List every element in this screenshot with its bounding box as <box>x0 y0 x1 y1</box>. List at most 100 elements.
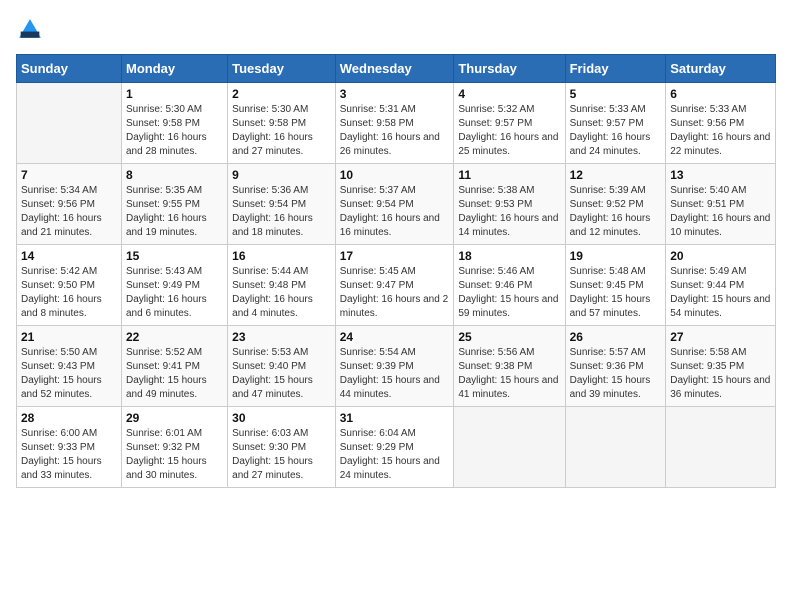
calendar-cell: 12 Sunrise: 5:39 AMSunset: 9:52 PMDayligh… <box>565 164 666 245</box>
day-number: 21 <box>21 330 117 344</box>
day-info: Sunrise: 5:33 AMSunset: 9:56 PMDaylight:… <box>670 103 771 159</box>
header-wednesday: Wednesday <box>335 55 454 83</box>
day-info: Sunrise: 5:37 AMSunset: 9:54 PMDaylight:… <box>340 184 450 240</box>
day-number: 6 <box>670 87 771 101</box>
calendar-cell: 17 Sunrise: 5:45 AMSunset: 9:47 PMDayligh… <box>335 245 454 326</box>
calendar-row: 7 Sunrise: 5:34 AMSunset: 9:56 PMDaylight… <box>17 164 776 245</box>
calendar-cell: 28 Sunrise: 6:00 AMSunset: 9:33 PMDayligh… <box>17 407 122 488</box>
calendar-cell <box>454 407 565 488</box>
day-info: Sunrise: 5:57 AMSunset: 9:36 PMDaylight:… <box>570 346 662 402</box>
day-info: Sunrise: 5:58 AMSunset: 9:35 PMDaylight:… <box>670 346 771 402</box>
day-info: Sunrise: 5:50 AMSunset: 9:43 PMDaylight:… <box>21 346 117 402</box>
day-number: 3 <box>340 87 450 101</box>
calendar-cell: 3 Sunrise: 5:31 AMSunset: 9:58 PMDaylight… <box>335 83 454 164</box>
day-info: Sunrise: 5:30 AMSunset: 9:58 PMDaylight:… <box>126 103 223 159</box>
day-info: Sunrise: 5:30 AMSunset: 9:58 PMDaylight:… <box>232 103 331 159</box>
day-number: 26 <box>570 330 662 344</box>
day-info: Sunrise: 5:54 AMSunset: 9:39 PMDaylight:… <box>340 346 450 402</box>
day-info: Sunrise: 5:33 AMSunset: 9:57 PMDaylight:… <box>570 103 662 159</box>
day-number: 22 <box>126 330 223 344</box>
day-number: 29 <box>126 411 223 425</box>
calendar-cell: 27 Sunrise: 5:58 AMSunset: 9:35 PMDayligh… <box>666 326 776 407</box>
day-info: Sunrise: 6:04 AMSunset: 9:29 PMDaylight:… <box>340 427 450 483</box>
day-number: 27 <box>670 330 771 344</box>
calendar-cell: 19 Sunrise: 5:48 AMSunset: 9:45 PMDayligh… <box>565 245 666 326</box>
calendar-cell: 31Sunrise: 6:04 AMSunset: 9:29 PMDayligh… <box>335 407 454 488</box>
day-info: Sunrise: 5:42 AMSunset: 9:50 PMDaylight:… <box>21 265 117 321</box>
calendar-cell: 21 Sunrise: 5:50 AMSunset: 9:43 PMDayligh… <box>17 326 122 407</box>
day-number: 1 <box>126 87 223 101</box>
calendar-row: 14 Sunrise: 5:42 AMSunset: 9:50 PMDayligh… <box>17 245 776 326</box>
calendar-cell: 30Sunrise: 6:03 AMSunset: 9:30 PMDayligh… <box>228 407 336 488</box>
day-number: 7 <box>21 168 117 182</box>
logo <box>16 16 48 44</box>
day-number: 4 <box>458 87 560 101</box>
calendar-cell: 22 Sunrise: 5:52 AMSunset: 9:41 PMDayligh… <box>121 326 227 407</box>
calendar-cell: 9 Sunrise: 5:36 AMSunset: 9:54 PMDaylight… <box>228 164 336 245</box>
calendar-cell: 16 Sunrise: 5:44 AMSunset: 9:48 PMDayligh… <box>228 245 336 326</box>
calendar-cell: 23 Sunrise: 5:53 AMSunset: 9:40 PMDayligh… <box>228 326 336 407</box>
day-info: Sunrise: 5:52 AMSunset: 9:41 PMDaylight:… <box>126 346 223 402</box>
day-number: 25 <box>458 330 560 344</box>
page-header <box>16 16 776 44</box>
day-info: Sunrise: 5:35 AMSunset: 9:55 PMDaylight:… <box>126 184 223 240</box>
day-number: 30 <box>232 411 331 425</box>
calendar-cell: 8 Sunrise: 5:35 AMSunset: 9:55 PMDaylight… <box>121 164 227 245</box>
day-number: 24 <box>340 330 450 344</box>
day-info: Sunrise: 5:56 AMSunset: 9:38 PMDaylight:… <box>458 346 560 402</box>
day-number: 10 <box>340 168 450 182</box>
day-number: 9 <box>232 168 331 182</box>
header-saturday: Saturday <box>666 55 776 83</box>
calendar-cell: 7 Sunrise: 5:34 AMSunset: 9:56 PMDaylight… <box>17 164 122 245</box>
day-number: 14 <box>21 249 117 263</box>
header-sunday: Sunday <box>17 55 122 83</box>
calendar-cell: 6 Sunrise: 5:33 AMSunset: 9:56 PMDaylight… <box>666 83 776 164</box>
calendar-cell: 14 Sunrise: 5:42 AMSunset: 9:50 PMDayligh… <box>17 245 122 326</box>
day-number: 13 <box>670 168 771 182</box>
day-number: 16 <box>232 249 331 263</box>
day-info: Sunrise: 5:40 AMSunset: 9:51 PMDaylight:… <box>670 184 771 240</box>
calendar-cell: 18Sunrise: 5:46 AMSunset: 9:46 PMDayligh… <box>454 245 565 326</box>
day-number: 19 <box>570 249 662 263</box>
calendar-cell: 26 Sunrise: 5:57 AMSunset: 9:36 PMDayligh… <box>565 326 666 407</box>
day-info: Sunrise: 6:00 AMSunset: 9:33 PMDaylight:… <box>21 427 117 483</box>
calendar-cell: 24 Sunrise: 5:54 AMSunset: 9:39 PMDayligh… <box>335 326 454 407</box>
day-info: Sunrise: 5:44 AMSunset: 9:48 PMDaylight:… <box>232 265 331 321</box>
calendar-cell: 2 Sunrise: 5:30 AMSunset: 9:58 PMDaylight… <box>228 83 336 164</box>
calendar-cell: 29Sunrise: 6:01 AMSunset: 9:32 PMDayligh… <box>121 407 227 488</box>
day-number: 5 <box>570 87 662 101</box>
day-info: Sunrise: 5:32 AMSunset: 9:57 PMDaylight:… <box>458 103 560 159</box>
calendar-table: SundayMondayTuesdayWednesdayThursdayFrid… <box>16 54 776 488</box>
day-info: Sunrise: 5:46 AMSunset: 9:46 PMDaylight:… <box>458 265 560 321</box>
calendar-cell: 11Sunrise: 5:38 AMSunset: 9:53 PMDayligh… <box>454 164 565 245</box>
day-number: 20 <box>670 249 771 263</box>
calendar-cell <box>666 407 776 488</box>
day-number: 2 <box>232 87 331 101</box>
day-info: Sunrise: 5:39 AMSunset: 9:52 PMDaylight:… <box>570 184 662 240</box>
day-info: Sunrise: 5:45 AMSunset: 9:47 PMDaylight:… <box>340 265 450 321</box>
calendar-cell: 4 Sunrise: 5:32 AMSunset: 9:57 PMDaylight… <box>454 83 565 164</box>
day-info: Sunrise: 5:34 AMSunset: 9:56 PMDaylight:… <box>21 184 117 240</box>
day-info: Sunrise: 5:53 AMSunset: 9:40 PMDaylight:… <box>232 346 331 402</box>
calendar-cell: 10 Sunrise: 5:37 AMSunset: 9:54 PMDayligh… <box>335 164 454 245</box>
day-number: 12 <box>570 168 662 182</box>
day-number: 28 <box>21 411 117 425</box>
header-tuesday: Tuesday <box>228 55 336 83</box>
day-number: 17 <box>340 249 450 263</box>
day-number: 23 <box>232 330 331 344</box>
day-info: Sunrise: 5:48 AMSunset: 9:45 PMDaylight:… <box>570 265 662 321</box>
calendar-header-row: SundayMondayTuesdayWednesdayThursdayFrid… <box>17 55 776 83</box>
day-info: Sunrise: 5:38 AMSunset: 9:53 PMDaylight:… <box>458 184 560 240</box>
day-info: Sunrise: 5:43 AMSunset: 9:49 PMDaylight:… <box>126 265 223 321</box>
day-info: Sunrise: 5:31 AMSunset: 9:58 PMDaylight:… <box>340 103 450 159</box>
calendar-cell <box>17 83 122 164</box>
calendar-cell <box>565 407 666 488</box>
calendar-cell: 13 Sunrise: 5:40 AMSunset: 9:51 PMDayligh… <box>666 164 776 245</box>
calendar-row: 1 Sunrise: 5:30 AMSunset: 9:58 PMDaylight… <box>17 83 776 164</box>
calendar-cell: 15Sunrise: 5:43 AMSunset: 9:49 PMDayligh… <box>121 245 227 326</box>
calendar-row: 21 Sunrise: 5:50 AMSunset: 9:43 PMDayligh… <box>17 326 776 407</box>
day-info: Sunrise: 5:36 AMSunset: 9:54 PMDaylight:… <box>232 184 331 240</box>
logo-icon <box>16 16 44 44</box>
calendar-cell: 20Sunrise: 5:49 AMSunset: 9:44 PMDayligh… <box>666 245 776 326</box>
day-number: 8 <box>126 168 223 182</box>
